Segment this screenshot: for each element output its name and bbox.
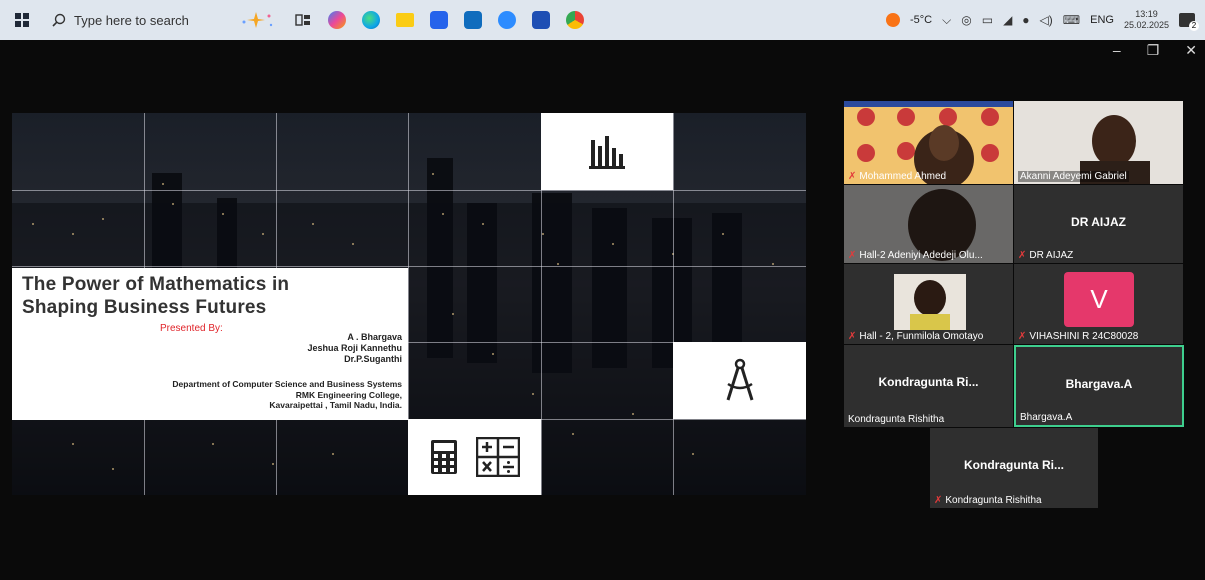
taskbar: Type here to search -5°C ⌵ ◎ ▭ ◢ ● ◁) ⌨ … <box>0 0 1205 40</box>
search-placeholder: Type here to search <box>74 12 189 28</box>
grid-line <box>12 266 806 267</box>
participant-tile[interactable]: DR AIJAZ ✗ DR AIJAZ <box>1014 185 1183 263</box>
windows-icon <box>15 13 29 27</box>
drafting-compass-icon <box>726 358 753 400</box>
edge-icon[interactable] <box>354 5 388 35</box>
participant-display-name: Kondragunta Ri... <box>878 375 979 389</box>
chart-tile <box>541 113 673 190</box>
grid-line <box>673 113 674 495</box>
participant-name: ✗ DR AIJAZ <box>1018 250 1074 261</box>
participant-avatar: V <box>1064 272 1134 327</box>
participant-tile[interactable]: Akanni Adeyemi Gabriel <box>1014 101 1183 184</box>
bar-chart-icon <box>589 135 625 169</box>
zoom-icon[interactable] <box>490 5 524 35</box>
participant-name: ✗ VIHASHINI R 24C80028 <box>1018 331 1139 342</box>
participant-display-name: Bhargava.A <box>1065 377 1133 391</box>
participant-name: ✗ Kondragunta Rishitha <box>934 495 1042 506</box>
mic-muted-icon: ✗ <box>848 331 857 342</box>
system-tray: -5°C ⌵ ◎ ▭ ◢ ● ◁) ⌨ ENG 13:19 25.02.2025… <box>886 0 1205 40</box>
store-icon[interactable] <box>422 5 456 35</box>
restore-icon[interactable]: ❐ <box>1147 42 1160 59</box>
department: Department of Computer Science and Busin… <box>172 379 402 389</box>
math-operators-icon <box>475 437 520 477</box>
file-explorer-icon[interactable] <box>388 5 422 35</box>
calculator-tile <box>408 419 541 495</box>
mic-muted-icon: ✗ <box>1018 250 1027 261</box>
notification-icon[interactable]: 2 <box>1179 13 1199 31</box>
weather-temp[interactable]: -5°C <box>910 14 932 26</box>
task-view-icon[interactable] <box>286 5 320 35</box>
participant-display-name: DR AIJAZ <box>1071 215 1126 229</box>
clock-date: 25.02.2025 <box>1123 20 1169 30</box>
clock-time: 13:19 <box>1135 9 1158 19</box>
mic-muted-icon: ✗ <box>1018 331 1027 342</box>
search-highlight-icon[interactable] <box>226 5 286 35</box>
chevron-up-icon[interactable]: ⌵ <box>942 13 951 28</box>
participant-name: ✗ Hall-2 Adeniyi Adedeji Olu... <box>848 250 983 261</box>
participant-tile[interactable]: Kondragunta Ri... Kondragunta Rishitha <box>844 345 1013 427</box>
mic-muted-icon: ✗ <box>934 495 943 506</box>
network-icon[interactable]: ◢ <box>1003 13 1012 27</box>
keyboard-icon[interactable]: ⌨ <box>1063 13 1080 27</box>
minimize-icon[interactable]: – <box>1113 42 1121 59</box>
author-name: A . Bhargava <box>347 332 402 342</box>
author-list: A . Bhargava Jeshua Roji Kannethu Dr.P.S… <box>307 332 402 365</box>
meet-icon[interactable]: ◎ <box>961 13 971 27</box>
participant-tile[interactable]: Kondragunta Ri... ✗ Kondragunta Rishitha <box>930 428 1098 508</box>
weather-icon[interactable] <box>886 13 900 27</box>
participant-tile[interactable]: V ✗ VIHASHINI R 24C80028 <box>1014 264 1183 344</box>
battery-icon[interactable]: ▭ <box>982 13 993 27</box>
mic-muted-icon: ✗ <box>848 171 857 182</box>
close-icon[interactable]: ✕ <box>1185 42 1197 59</box>
microphone-icon[interactable]: ● <box>1022 13 1029 27</box>
participant-tile-active-speaker[interactable]: Bhargava.A Bhargava.A <box>1014 345 1184 427</box>
participant-tile[interactable]: ✗ Hall - 2, Funmilola Omotayo <box>844 264 1013 344</box>
mic-muted-icon: ✗ <box>848 250 857 261</box>
participant-tile[interactable]: ✗ Mohammed Ahmed <box>844 101 1013 184</box>
participant-tile[interactable]: ✗ Hall-2 Adeniyi Adedeji Olu... <box>844 185 1013 263</box>
college: RMK Engineering College, <box>295 389 402 400</box>
shared-screen: The Power of Mathematics in Shaping Busi… <box>12 113 806 495</box>
word-icon[interactable] <box>524 5 558 35</box>
grid-line <box>12 190 806 191</box>
calculator-icon <box>430 440 457 474</box>
participant-display-name: Kondragunta Ri... <box>964 458 1064 472</box>
location: Kavaraipettai , Tamil Nadu, India. <box>269 400 402 410</box>
participant-name: ✗ Hall - 2, Funmilola Omotayo <box>848 331 984 342</box>
volume-icon[interactable]: ◁) <box>1040 13 1053 27</box>
participant-name: ✗ Mohammed Ahmed <box>848 171 947 182</box>
chrome-icon[interactable] <box>558 5 592 35</box>
copilot-icon[interactable] <box>320 5 354 35</box>
clock[interactable]: 13:19 25.02.2025 <box>1124 9 1169 31</box>
author-name: Jeshua Roji Kannethu <box>307 343 402 353</box>
affiliation: Department of Computer Science and Busin… <box>172 379 402 411</box>
slide-title-box: The Power of Mathematics in Shaping Busi… <box>12 268 408 420</box>
participant-name: Bhargava.A <box>1020 412 1073 423</box>
search-icon <box>52 13 66 27</box>
slide-title-line2: Shaping Business Futures <box>22 297 267 318</box>
notification-count: 2 <box>1189 21 1199 31</box>
window-controls: – ❐ ✕ <box>1113 42 1197 59</box>
compass-tile <box>673 342 806 419</box>
taskbar-search[interactable]: Type here to search <box>44 6 226 34</box>
participant-name: Akanni Adeyemi Gabriel <box>1018 171 1129 182</box>
language-indicator[interactable]: ENG <box>1090 14 1114 26</box>
participant-name: Kondragunta Rishitha <box>848 414 945 425</box>
presented-by-label: Presented By: <box>160 323 223 334</box>
slide-title-line1: The Power of Mathematics in <box>22 274 290 295</box>
author-name: Dr.P.Suganthi <box>344 354 402 364</box>
start-button[interactable] <box>0 0 44 40</box>
outlook-icon[interactable] <box>456 5 490 35</box>
